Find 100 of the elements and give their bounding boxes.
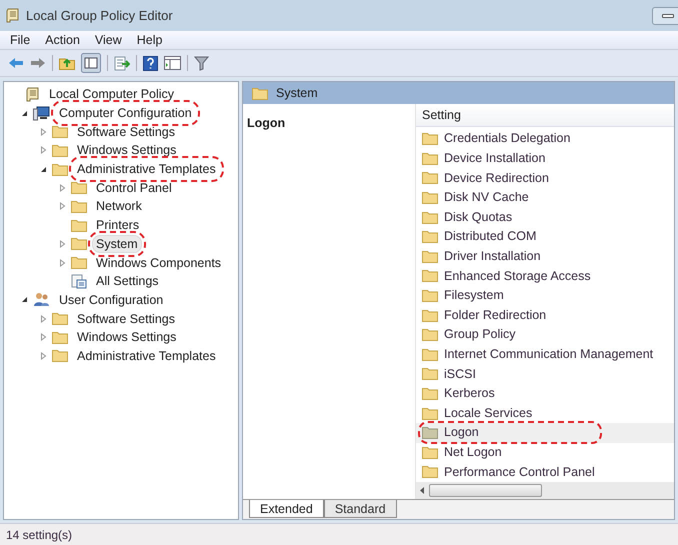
- setting-row[interactable]: Folder Redirection: [416, 305, 674, 325]
- filter-icon[interactable]: [194, 56, 209, 70]
- folder-icon: [52, 162, 68, 176]
- folder-icon: [52, 349, 68, 362]
- folder-icon: [422, 348, 438, 361]
- tree-item[interactable]: Control Panel: [92, 178, 176, 197]
- menu-item[interactable]: Action: [45, 30, 80, 50]
- minimize-button[interactable]: [652, 6, 678, 24]
- forward-arrow-icon[interactable]: [30, 57, 46, 69]
- tree-item[interactable]: Printers: [92, 216, 144, 234]
- collapsed-arrow-icon[interactable]: [40, 333, 47, 342]
- expanded-arrow-icon[interactable]: [21, 296, 28, 304]
- folder-icon: [422, 269, 438, 282]
- setting-label: Enhanced Storage Access: [443, 268, 592, 285]
- header-title: System: [276, 84, 318, 102]
- tree-item[interactable]: Administrative Templates: [73, 346, 220, 365]
- setting-label: Disk Quotas: [443, 208, 514, 226]
- tree-item[interactable]: User Configuration: [55, 290, 168, 309]
- collapsed-arrow-icon[interactable]: [59, 258, 66, 267]
- setting-row[interactable]: Credentials Delegation: [416, 129, 674, 149]
- folder-icon: [422, 230, 438, 244]
- folder-icon: [71, 200, 87, 213]
- tree-item[interactable]: Windows Components: [92, 254, 226, 272]
- setting-row[interactable]: Device Installation: [416, 148, 674, 168]
- tree-item[interactable]: Windows Settings: [73, 141, 180, 160]
- collapsed-arrow-icon[interactable]: [40, 352, 47, 360]
- setting-row[interactable]: Disk NV Cache: [416, 188, 674, 208]
- horizontal-scrollbar[interactable]: [416, 482, 674, 499]
- setting-label: Folder Redirection: [443, 306, 548, 324]
- setting-row[interactable]: Net Logon: [416, 442, 674, 462]
- scroll-thumb[interactable]: [429, 484, 542, 497]
- tree-item[interactable]: Software Settings: [73, 310, 179, 328]
- folder-icon: [422, 426, 438, 440]
- users-icon: [33, 292, 50, 308]
- menu-item[interactable]: Help: [136, 30, 162, 50]
- setting-row[interactable]: Enhanced Storage Access: [416, 266, 674, 286]
- menu-item[interactable]: View: [94, 30, 122, 50]
- folder-up-icon[interactable]: [59, 56, 75, 70]
- tree-item[interactable]: Windows Settings: [73, 328, 180, 346]
- collapsed-arrow-icon[interactable]: [40, 314, 47, 323]
- setting-label: Net Logon: [443, 444, 503, 461]
- setting-row[interactable]: Disk Quotas: [416, 207, 674, 227]
- folder-icon: [71, 237, 87, 250]
- scroll-icon: [6, 8, 20, 23]
- setting-row[interactable]: Internet Communication Management: [416, 344, 674, 364]
- tree-item[interactable]: Software Settings: [73, 122, 179, 141]
- view-tab[interactable]: Extended: [249, 500, 324, 518]
- collapsed-arrow-icon[interactable]: [40, 146, 47, 154]
- folder-icon: [52, 330, 68, 344]
- menu-item[interactable]: File: [10, 30, 30, 50]
- setting-label: Kerberos: [443, 385, 496, 402]
- tree-item[interactable]: Network: [92, 197, 146, 216]
- pane-view-icon[interactable]: [164, 56, 181, 70]
- view-tab[interactable]: Standard: [324, 500, 397, 518]
- setting-label: Driver Installation: [443, 248, 542, 265]
- folder-icon: [71, 218, 87, 232]
- expanded-arrow-icon[interactable]: [40, 166, 47, 173]
- setting-row[interactable]: Driver Installation: [416, 246, 674, 266]
- setting-row[interactable]: Device Redirection: [416, 168, 674, 188]
- folder-icon: [422, 289, 438, 302]
- folder-icon: [71, 256, 87, 270]
- collapsed-arrow-icon[interactable]: [59, 184, 66, 192]
- folder-icon: [252, 86, 268, 100]
- folder-icon: [422, 152, 438, 165]
- setting-row[interactable]: Logon: [416, 422, 674, 442]
- setting-label: iSCSI: [443, 366, 477, 383]
- setting-row[interactable]: Kerberos: [416, 384, 674, 404]
- setting-label: Internet Communication Management: [443, 346, 654, 363]
- back-arrow-icon[interactable]: [8, 57, 24, 69]
- setting-row[interactable]: iSCSI: [416, 364, 674, 384]
- scroll-icon: [26, 86, 40, 102]
- folder-icon: [422, 191, 438, 204]
- collapsed-arrow-icon[interactable]: [40, 128, 47, 136]
- setting-row[interactable]: Locale Services: [416, 403, 674, 423]
- settings-list-icon: [71, 274, 87, 289]
- export-list-icon[interactable]: [114, 56, 130, 70]
- tree-item[interactable]: Local Computer Policy: [45, 85, 178, 104]
- setting-row[interactable]: Filesystem: [416, 286, 674, 306]
- tree-item[interactable]: All Settings: [92, 272, 163, 290]
- collapsed-arrow-icon[interactable]: [59, 202, 66, 210]
- folder-icon: [422, 328, 438, 342]
- setting-row[interactable]: Group Policy: [416, 324, 674, 345]
- help-icon[interactable]: [143, 56, 158, 70]
- setting-label: Device Installation: [443, 150, 546, 168]
- folder-icon: [422, 250, 438, 263]
- setting-label: Locale Services: [443, 404, 534, 422]
- setting-label: Distributed COM: [443, 228, 538, 246]
- expanded-arrow-icon[interactable]: [21, 110, 28, 117]
- setting-row[interactable]: Performance Control Panel: [416, 462, 674, 482]
- scroll-left-icon[interactable]: [420, 487, 425, 494]
- folder-icon: [52, 144, 68, 157]
- setting-label: Filesystem: [443, 287, 505, 304]
- pane-toggle-icon[interactable]: [81, 53, 101, 73]
- collapsed-arrow-icon[interactable]: [59, 240, 66, 248]
- setting-label: Device Redirection: [443, 170, 550, 187]
- folder-icon: [71, 181, 87, 194]
- setting-label: Logon: [443, 424, 480, 442]
- folder-icon: [422, 210, 438, 224]
- setting-row[interactable]: Distributed COM: [416, 226, 674, 247]
- folder-icon: [422, 132, 438, 146]
